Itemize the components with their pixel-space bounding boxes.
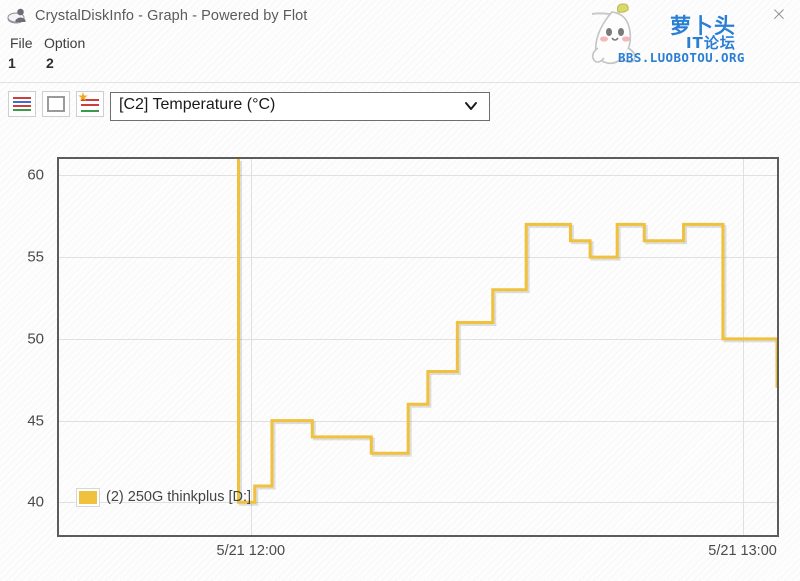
toolbar-separator: [0, 82, 800, 83]
title-bar: CrystalDiskInfo - Graph - Powered by Flo…: [0, 0, 800, 32]
y-axis-tick-label: 50: [27, 330, 44, 348]
menu-bar: File Option: [0, 33, 800, 55]
window-title: CrystalDiskInfo - Graph - Powered by Flo…: [35, 8, 308, 24]
plot-inner: [59, 159, 777, 535]
y-axis-tick-label: 45: [27, 412, 44, 430]
alert-graph-icon[interactable]: [76, 91, 104, 117]
chevron-down-icon[interactable]: [463, 98, 479, 114]
chart-area: 40 45 50 55 60 (2) 250G thinkplus [D:] 5/21 …: [0, 140, 800, 581]
close-icon[interactable]: ×: [768, 3, 790, 25]
y-axis-tick-label: 60: [27, 166, 44, 184]
metric-select[interactable]: [C2] Temperature (°C): [110, 92, 490, 121]
legend-label: (2) 250G thinkplus [D:]: [106, 489, 252, 505]
menu-accesskey-file: 1: [8, 55, 16, 71]
app-window: CrystalDiskInfo - Graph - Powered by Flo…: [0, 0, 800, 581]
x-axis-labels: 5/21 12:00 5/21 13:00: [0, 543, 800, 571]
chart-legend: (2) 250G thinkplus [D:]: [76, 486, 252, 508]
plot-frame: (2) 250G thinkplus [D:]: [57, 157, 779, 537]
y-axis-tick-label: 55: [27, 248, 44, 266]
temperature-series-line: [237, 159, 777, 506]
blank-graph-icon[interactable]: [42, 91, 70, 117]
menu-item-file[interactable]: File: [6, 33, 37, 53]
metric-select-value: [C2] Temperature (°C): [119, 96, 276, 113]
x-axis-tick-label: 5/21 13:00: [708, 543, 777, 559]
menu-item-option[interactable]: Option: [40, 33, 89, 53]
disk-user-icon: [7, 5, 29, 27]
menu-accesskey-option: 2: [46, 55, 54, 71]
legend-color-swatch: [76, 487, 100, 507]
menu-accesskey-row: 1 2: [0, 55, 800, 79]
y-axis-tick-label: 40: [27, 493, 44, 511]
y-axis-labels: 40 45 50 55 60: [0, 157, 52, 537]
multi-line-graph-icon[interactable]: [8, 91, 36, 117]
x-axis-tick-label: 5/21 12:00: [216, 543, 286, 559]
